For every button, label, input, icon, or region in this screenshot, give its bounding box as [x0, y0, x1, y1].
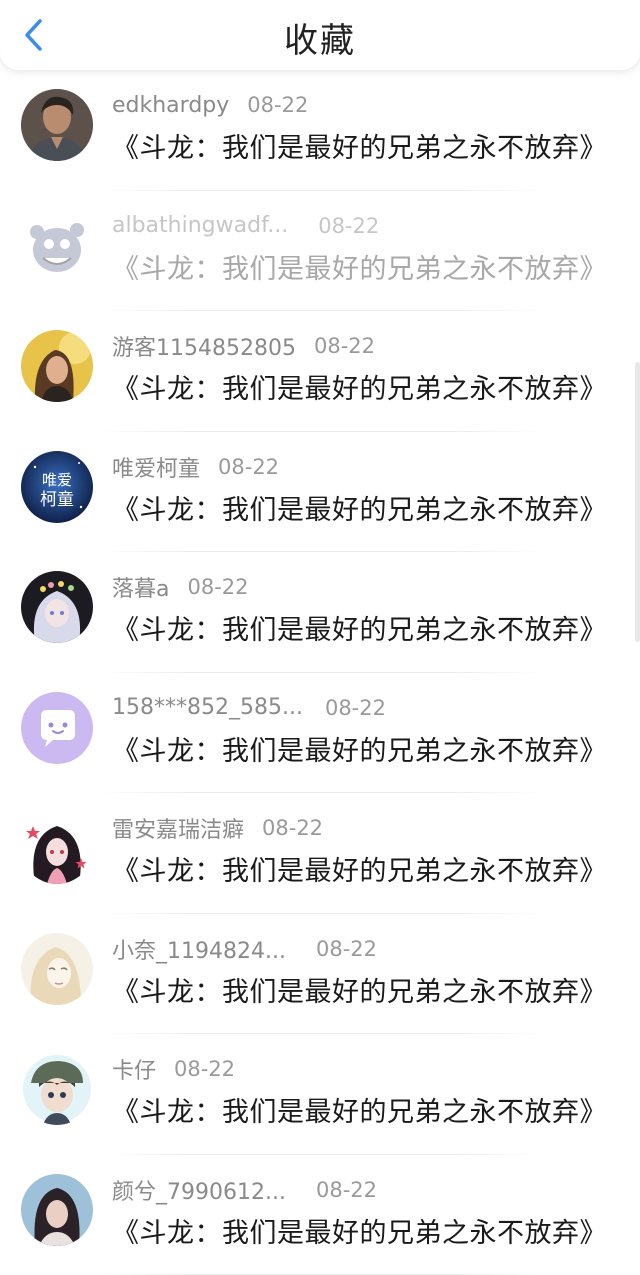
list-item[interactable]: 158***852_585... 08-22 《斗龙：我们是最好的兄弟之永不放弃… [0, 673, 640, 794]
username[interactable]: 唯爱柯童 [112, 451, 200, 483]
favorite-title[interactable]: 《斗龙：我们是最好的兄弟之永不放弃》 [112, 367, 607, 406]
list-item[interactable]: 唯爱 柯童 唯爱柯童 08-22 《斗龙：我们是最好的兄弟之永不放弃》 [0, 432, 640, 553]
favorite-title[interactable]: 《斗龙：我们是最好的兄弟之永不放弃》 [112, 608, 607, 647]
avatar[interactable] [21, 933, 93, 1005]
page-title: 收藏 [0, 13, 640, 62]
date: 08-22 [316, 937, 377, 961]
username[interactable]: 游客1154852805 [112, 330, 296, 362]
avatar[interactable] [21, 692, 93, 764]
avatar[interactable] [21, 571, 93, 643]
list-item[interactable]: 游客1154852805 08-22 《斗龙：我们是最好的兄弟之永不放弃》 [0, 311, 640, 432]
favorite-title[interactable]: 《斗龙：我们是最好的兄弟之永不放弃》 [112, 1211, 607, 1250]
top-bar: 收藏 [0, 0, 640, 70]
date: 08-22 [247, 93, 308, 117]
username[interactable]: 雷安嘉瑞洁癖 [112, 812, 244, 844]
username[interactable]: 颜兮_7990612... [112, 1174, 286, 1206]
favorite-title[interactable]: 《斗龙：我们是最好的兄弟之永不放弃》 [112, 247, 607, 286]
favorite-title[interactable]: 《斗龙：我们是最好的兄弟之永不放弃》 [112, 126, 607, 165]
list-item[interactable]: 小奈_1194824... 08-22 《斗龙：我们是最好的兄弟之永不放弃》 [0, 914, 640, 1035]
avatar[interactable] [21, 210, 93, 282]
anime-sketch-avatar-icon [21, 933, 93, 1005]
text-logo-avatar-icon: 唯爱 柯童 [21, 451, 93, 523]
favorite-title[interactable]: 《斗龙：我们是最好的兄弟之永不放弃》 [112, 729, 607, 768]
anime-stars-avatar-icon [21, 812, 93, 884]
date: 08-22 [316, 1178, 377, 1202]
avatar[interactable]: 唯爱 柯童 [21, 451, 93, 523]
username[interactable]: 落暮a [112, 571, 169, 603]
girl-golden-avatar-icon [21, 330, 93, 402]
username[interactable]: 卡仔 [112, 1053, 156, 1085]
date: 08-22 [325, 696, 386, 720]
username[interactable]: edkhardpy [112, 93, 229, 118]
date: 08-22 [262, 816, 323, 840]
date: 08-22 [318, 214, 379, 238]
girl-photo-avatar-icon [21, 1174, 93, 1246]
svg-text:柯童: 柯童 [40, 490, 74, 510]
favorite-title[interactable]: 《斗龙：我们是最好的兄弟之永不放弃》 [112, 970, 607, 1009]
list-item[interactable]: 颜兮_7990612... 08-22 《斗龙：我们是最好的兄弟之永不放弃》 [0, 1155, 640, 1275]
list-item[interactable]: edkhardpy 08-22 《斗龙：我们是最好的兄弟之永不放弃》 [0, 70, 640, 191]
username[interactable]: 158***852_585... [112, 695, 303, 720]
man-photo-avatar-icon [21, 89, 93, 161]
username[interactable]: albathingwadf... [112, 213, 288, 238]
date: 08-22 [218, 455, 279, 479]
list-item[interactable]: albathingwadf... 08-22 《斗龙：我们是最好的兄弟之永不放弃… [0, 191, 640, 312]
avatar[interactable] [21, 812, 93, 884]
date: 08-22 [314, 334, 375, 358]
anime-flower-avatar-icon [21, 571, 93, 643]
avatar[interactable] [21, 330, 93, 402]
list-item[interactable]: 雷安嘉瑞洁癖 08-22 《斗龙：我们是最好的兄弟之永不放弃》 [0, 793, 640, 914]
favorite-title[interactable]: 《斗龙：我们是最好的兄弟之永不放弃》 [112, 849, 607, 888]
anime-boy-hat-avatar-icon [21, 1053, 93, 1125]
username[interactable]: 小奈_1194824... [112, 933, 286, 965]
date: 08-22 [174, 1057, 235, 1081]
avatar[interactable] [21, 1174, 93, 1246]
list-item[interactable]: 卡仔 08-22 《斗龙：我们是最好的兄弟之永不放弃》 [0, 1034, 640, 1155]
favorite-title[interactable]: 《斗龙：我们是最好的兄弟之永不放弃》 [112, 1090, 607, 1129]
date: 08-22 [187, 575, 248, 599]
chat-bubble-avatar-icon [21, 692, 93, 764]
scrollbar[interactable] [635, 362, 640, 642]
avatar[interactable] [21, 1053, 93, 1125]
list-item[interactable]: 落暮a 08-22 《斗龙：我们是最好的兄弟之永不放弃》 [0, 552, 640, 673]
svg-text:唯爱: 唯爱 [42, 471, 72, 489]
avatar[interactable] [21, 89, 93, 161]
favorite-title[interactable]: 《斗龙：我们是最好的兄弟之永不放弃》 [112, 488, 607, 527]
cartoon-monster-avatar-icon [21, 210, 93, 282]
favorites-list: edkhardpy 08-22 《斗龙：我们是最好的兄弟之永不放弃》 albat… [0, 70, 640, 1275]
